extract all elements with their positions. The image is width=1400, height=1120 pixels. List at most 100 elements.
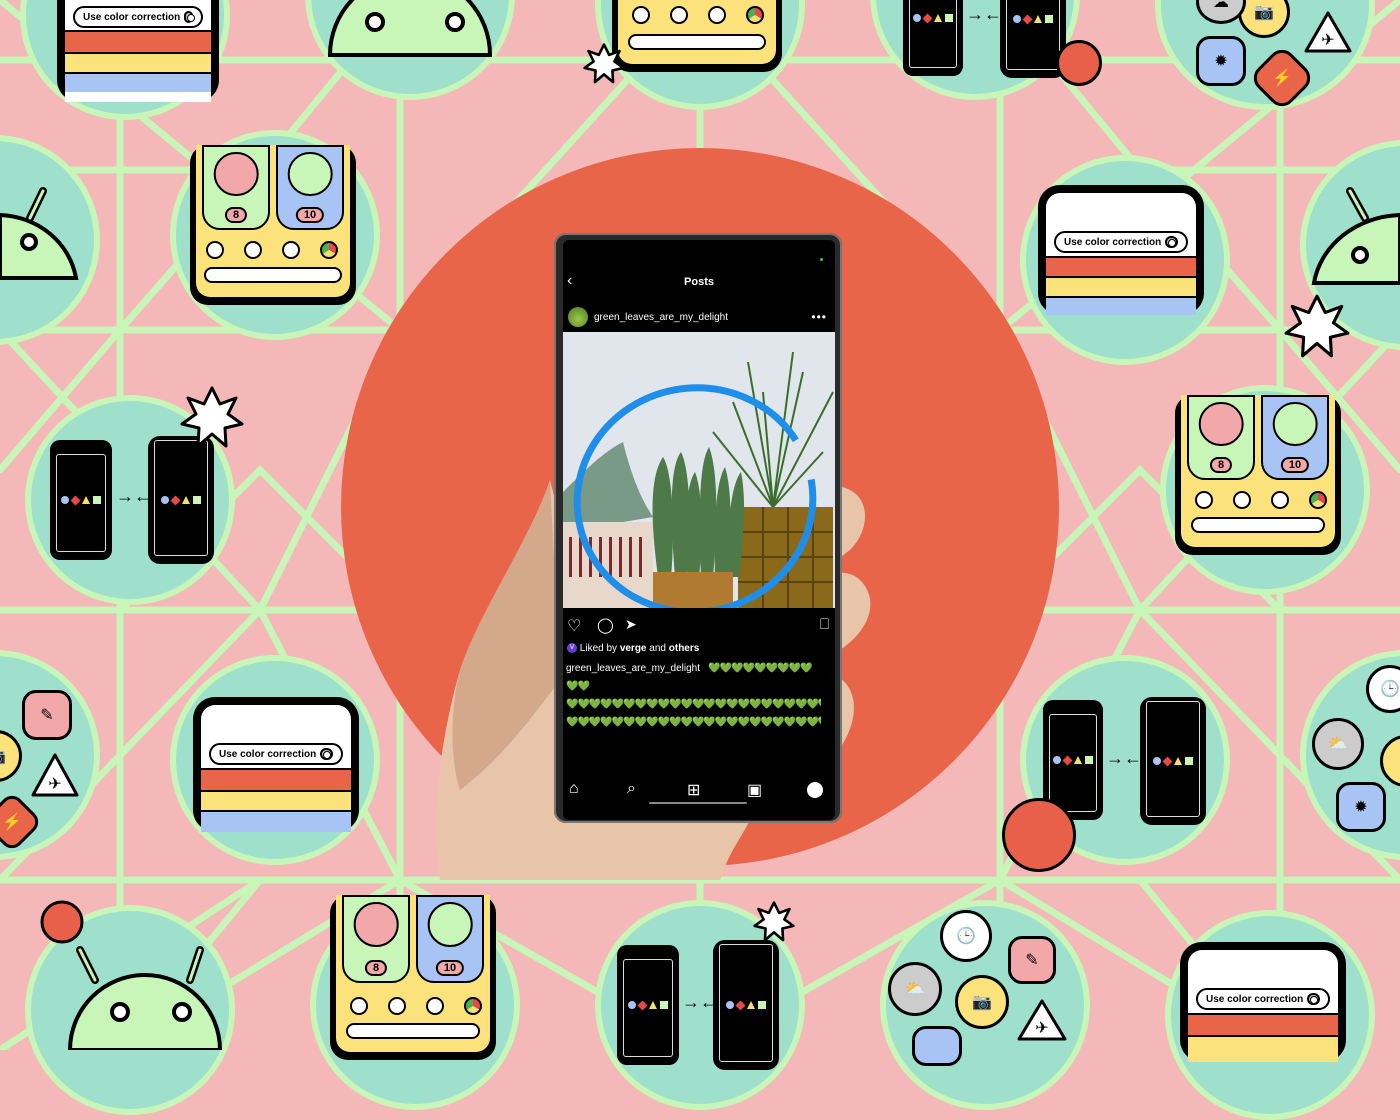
pencil-icon: ✎ bbox=[22, 690, 72, 740]
unread-badge: 10 bbox=[435, 959, 465, 976]
avatar bbox=[287, 151, 333, 197]
liked-by-others[interactable]: others bbox=[669, 643, 700, 654]
caption-user[interactable]: green_leaves_are_my_delight bbox=[566, 663, 700, 674]
blue-band bbox=[1046, 296, 1196, 315]
liked-by-text: Liked by bbox=[579, 643, 618, 654]
toggle-switch[interactable] bbox=[184, 11, 195, 23]
sparkle-icon bbox=[753, 901, 795, 942]
avatar bbox=[213, 151, 259, 197]
chrome-icon[interactable] bbox=[464, 997, 482, 1015]
maps-icon[interactable] bbox=[388, 997, 406, 1015]
brightness-icon: ✹ bbox=[1336, 782, 1386, 832]
camera-icon: 📷 bbox=[955, 975, 1009, 1029]
post-image[interactable] bbox=[563, 332, 835, 608]
brightness-icon bbox=[912, 1026, 962, 1066]
yellow-band bbox=[1046, 276, 1196, 296]
contact-card[interactable]: 8 bbox=[202, 145, 270, 231]
maps-icon[interactable] bbox=[1233, 491, 1251, 509]
post-header: green_leaves_are_my_delight ••• bbox=[568, 307, 827, 327]
toggle-label: Use color correction bbox=[1064, 236, 1162, 248]
liked-by[interactable]: V Liked by verge and others bbox=[567, 643, 699, 654]
color-correction-card: Use color correction bbox=[57, 0, 219, 102]
color-correction-card: Use color correction bbox=[1180, 942, 1346, 1062]
google-search-bar[interactable] bbox=[346, 1023, 480, 1039]
contacts-widget: 8 10 bbox=[1175, 395, 1341, 555]
sparkle-icon bbox=[583, 43, 625, 84]
caption-text: 💚💚💚💚💚💚💚💚💚💚💚💚💚💚💚💚💚💚💚💚💚💚💚💚💚... bbox=[566, 717, 821, 728]
android-head-icon bbox=[327, 0, 493, 57]
unread-badge: 10 bbox=[295, 207, 325, 224]
add-post-icon[interactable]: ⊞ bbox=[687, 780, 700, 800]
liked-by-and: and bbox=[649, 643, 666, 654]
photos-icon[interactable] bbox=[426, 997, 444, 1015]
gmail-icon[interactable] bbox=[350, 997, 368, 1015]
toggle-label: Use color correction bbox=[219, 748, 317, 760]
photos-icon[interactable] bbox=[1271, 491, 1289, 509]
color-correction-card: Use color correction bbox=[1038, 185, 1204, 315]
photos-icon[interactable] bbox=[708, 6, 726, 24]
color-correction-toggle[interactable]: Use color correction bbox=[209, 743, 343, 765]
chrome-icon[interactable] bbox=[1309, 491, 1327, 509]
weather-icon: ⛅ bbox=[888, 962, 942, 1016]
maps-icon[interactable] bbox=[670, 6, 688, 24]
share-icon[interactable]: ➤ bbox=[625, 616, 637, 633]
contacts-widget: 8 10 bbox=[190, 145, 356, 305]
contact-card[interactable]: 10 bbox=[416, 895, 484, 983]
username[interactable]: green_leaves_are_my_delight bbox=[594, 312, 728, 323]
brightness-icon: ✹ bbox=[1196, 36, 1246, 86]
chrome-icon[interactable] bbox=[320, 241, 338, 259]
search-icon[interactable]: ⌕ bbox=[627, 780, 636, 798]
contact-card[interactable]: 8 bbox=[1187, 395, 1255, 481]
red-dot bbox=[1002, 798, 1076, 872]
chrome-icon[interactable] bbox=[746, 6, 764, 24]
toggle-switch[interactable] bbox=[1165, 236, 1178, 248]
avatar[interactable] bbox=[568, 307, 588, 327]
toggle-switch[interactable] bbox=[320, 748, 333, 760]
red-band bbox=[201, 768, 351, 790]
photos-icon[interactable] bbox=[282, 241, 300, 259]
red-band bbox=[1188, 1013, 1338, 1035]
comment-icon[interactable]: ◯ bbox=[597, 616, 614, 634]
caption-text: 💚💚💚💚💚💚💚💚💚💚💚💚💚💚💚💚💚💚💚💚💚💚💚💚💚💚 bbox=[566, 699, 821, 710]
android-head-icon bbox=[0, 187, 79, 280]
google-search-bar[interactable] bbox=[204, 267, 342, 283]
yellow-band bbox=[201, 790, 351, 810]
color-correction-toggle[interactable]: Use color correction bbox=[1054, 231, 1188, 253]
heart-icon[interactable]: ♡ bbox=[567, 616, 581, 636]
maps-icon[interactable] bbox=[244, 241, 262, 259]
ellipsis-icon[interactable]: ••• bbox=[811, 310, 827, 324]
gmail-icon[interactable] bbox=[206, 241, 224, 259]
gmail-icon[interactable] bbox=[632, 6, 650, 24]
toggle-switch[interactable] bbox=[1307, 993, 1320, 1005]
reels-icon[interactable]: ▣ bbox=[747, 780, 762, 800]
svg-text:✈: ✈ bbox=[1035, 1020, 1048, 1037]
avatar bbox=[1198, 401, 1244, 447]
caption: green_leaves_are_my_delight 💚💚💚💚💚💚💚💚💚💚💚 … bbox=[566, 660, 821, 732]
sparkle-icon bbox=[1284, 294, 1350, 358]
unread-badge: 10 bbox=[1280, 457, 1310, 474]
contact-card[interactable]: 10 bbox=[1261, 395, 1329, 481]
color-correction-toggle[interactable]: Use color correction bbox=[73, 6, 203, 28]
home-icon[interactable]: ⌂ bbox=[569, 780, 579, 798]
instagram-screen: ‹ Posts green_leaves_are_my_delight ••• bbox=[563, 240, 835, 820]
color-correction-toggle[interactable]: Use color correction bbox=[1196, 988, 1330, 1010]
clock-icon: 🕒 bbox=[940, 910, 992, 962]
google-search-bar[interactable] bbox=[1191, 517, 1325, 533]
bookmark-icon[interactable]: ⎕ bbox=[820, 616, 829, 633]
red-band bbox=[1046, 256, 1196, 276]
red-dot bbox=[1056, 40, 1102, 86]
gmail-icon[interactable] bbox=[1195, 491, 1213, 509]
bottom-nav: ⌂ ⌕ ⊞ ▣ bbox=[563, 774, 835, 810]
liked-by-user[interactable]: verge bbox=[620, 643, 647, 654]
blue-band bbox=[65, 72, 211, 92]
airplane-icon: ✈ bbox=[1303, 10, 1353, 54]
android-head-icon bbox=[1311, 187, 1400, 285]
weather-icon: ⛅ bbox=[1312, 718, 1364, 770]
contact-card[interactable]: 10 bbox=[276, 145, 344, 231]
android-head-icon bbox=[40, 900, 223, 1050]
google-search-bar[interactable] bbox=[628, 34, 766, 50]
airplane-icon: ✈ bbox=[1016, 998, 1068, 1042]
contact-card[interactable]: 8 bbox=[342, 895, 410, 983]
profile-icon[interactable] bbox=[807, 782, 823, 798]
yellow-band bbox=[65, 52, 211, 72]
